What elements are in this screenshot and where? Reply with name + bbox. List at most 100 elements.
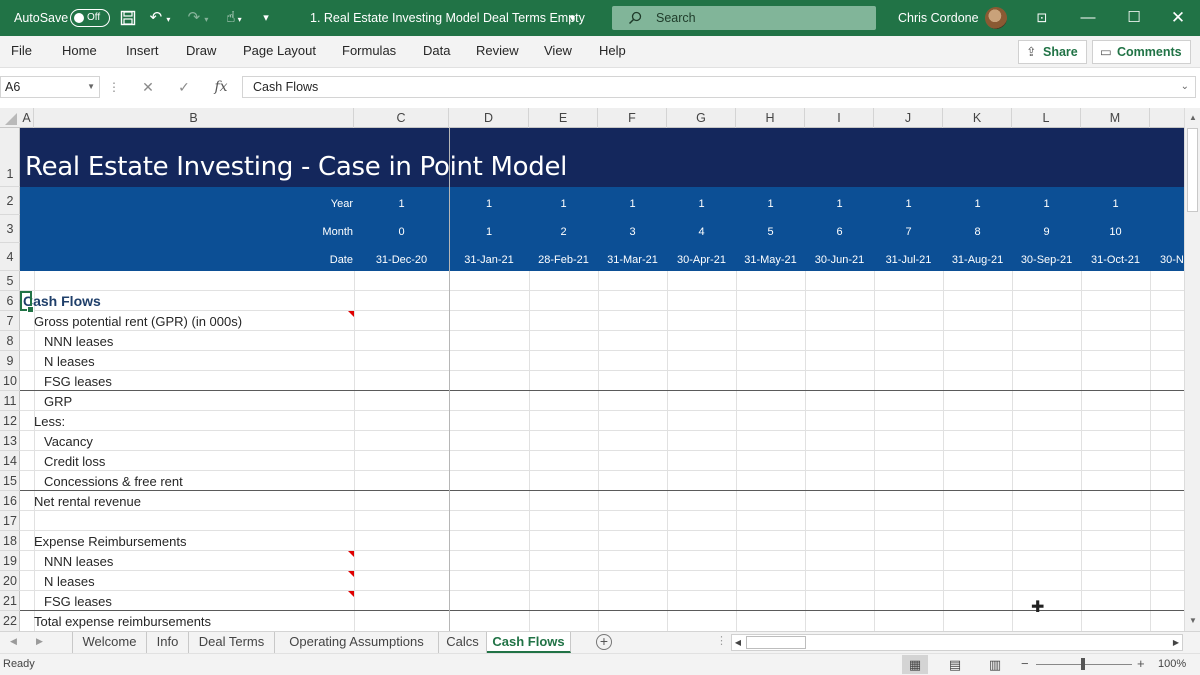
sheet-tab-welcome[interactable]: Welcome bbox=[73, 632, 147, 653]
comment-indicator[interactable] bbox=[348, 591, 354, 597]
line-item[interactable]: GRP bbox=[44, 394, 72, 409]
autosave-toggle[interactable]: Off bbox=[70, 9, 110, 27]
avatar[interactable] bbox=[985, 7, 1007, 29]
column-header-l[interactable]: L bbox=[1012, 108, 1081, 128]
chevron-down-icon[interactable]: ▼ bbox=[87, 77, 95, 97]
column-header-k[interactable]: K bbox=[943, 108, 1012, 128]
line-item[interactable]: Credit loss bbox=[44, 454, 105, 469]
page-break-preview-icon[interactable]: ▥ bbox=[982, 655, 1008, 674]
tab-view[interactable]: View bbox=[544, 36, 572, 68]
row-header-8[interactable]: 8 bbox=[0, 331, 20, 351]
tab-insert[interactable]: Insert bbox=[126, 36, 159, 68]
row-header-12[interactable]: 12 bbox=[0, 411, 20, 431]
name-box[interactable]: A6 ▼ bbox=[0, 76, 100, 98]
column-header-f[interactable]: F bbox=[598, 108, 667, 128]
row-header-1[interactable]: 1 bbox=[0, 128, 20, 187]
user-name[interactable]: Chris Cordone bbox=[898, 0, 979, 36]
row-header-20[interactable]: 20 bbox=[0, 571, 20, 591]
section-title[interactable]: Cash Flows bbox=[23, 293, 101, 309]
row-header-11[interactable]: 11 bbox=[0, 391, 20, 411]
tab-help[interactable]: Help bbox=[599, 36, 626, 68]
row-header-19[interactable]: 19 bbox=[0, 551, 20, 571]
line-item[interactable]: Expense Reimbursements bbox=[34, 534, 186, 549]
comments-button[interactable]: ▭ Comments bbox=[1092, 40, 1191, 64]
line-item[interactable]: FSG leases bbox=[44, 594, 112, 609]
row-header-14[interactable]: 14 bbox=[0, 451, 20, 471]
scroll-thumb[interactable] bbox=[746, 636, 806, 649]
chevron-down-icon[interactable]: ▼ bbox=[568, 0, 577, 36]
row-header-2[interactable]: 2 bbox=[0, 187, 20, 215]
comment-indicator[interactable] bbox=[348, 571, 354, 577]
row-header-4[interactable]: 4 bbox=[0, 243, 20, 271]
worksheet-grid[interactable]: Real Estate Investing - Case in Point Mo… bbox=[20, 128, 1184, 631]
column-header-d[interactable]: D bbox=[449, 108, 529, 128]
tab-review[interactable]: Review bbox=[476, 36, 519, 68]
line-item[interactable]: Less: bbox=[34, 414, 65, 429]
row-header-22[interactable]: 22 bbox=[0, 611, 20, 631]
undo-icon[interactable]: ↶ ▾ bbox=[146, 0, 174, 36]
column-header-j[interactable]: J bbox=[874, 108, 943, 128]
minimize-icon[interactable]: — bbox=[1076, 0, 1100, 36]
line-item[interactable]: NNN leases bbox=[44, 554, 113, 569]
document-title[interactable]: 1. Real Estate Investing Model Deal Term… bbox=[310, 0, 585, 36]
tab-page-layout[interactable]: Page Layout bbox=[243, 36, 316, 68]
line-item[interactable]: FSG leases bbox=[44, 374, 112, 389]
column-header-m[interactable]: M bbox=[1081, 108, 1150, 128]
select-all-button[interactable] bbox=[0, 108, 20, 128]
row-header-21[interactable]: 21 bbox=[0, 591, 20, 611]
next-sheet-icon[interactable]: ▶ bbox=[36, 632, 43, 653]
sheet-tab-operating-assumptions[interactable]: Operating Assumptions bbox=[275, 632, 439, 653]
row-header-16[interactable]: 16 bbox=[0, 491, 20, 511]
column-header-g[interactable]: G bbox=[667, 108, 736, 128]
row-header-7[interactable]: 7 bbox=[0, 311, 20, 331]
search-box[interactable]: Search bbox=[612, 6, 876, 30]
comment-indicator[interactable] bbox=[348, 551, 354, 557]
row-header-18[interactable]: 18 bbox=[0, 531, 20, 551]
row-header-10[interactable]: 10 bbox=[0, 371, 20, 391]
line-item[interactable]: N leases bbox=[44, 354, 95, 369]
share-button[interactable]: ⇪ Share bbox=[1018, 40, 1087, 64]
zoom-level[interactable]: 100% bbox=[1158, 654, 1186, 674]
customize-toolbar-icon[interactable]: ▾ bbox=[256, 0, 276, 36]
tab-file[interactable]: File bbox=[11, 36, 32, 68]
insert-function-icon[interactable]: fx bbox=[210, 76, 232, 98]
row-header-6[interactable]: 6 bbox=[0, 291, 20, 311]
horizontal-scrollbar[interactable]: ◀ ▶ bbox=[731, 634, 1183, 651]
tab-split-handle[interactable]: ⋮ bbox=[716, 632, 727, 653]
normal-view-icon[interactable]: ▦ bbox=[902, 655, 928, 674]
redo-icon[interactable]: ↷ ▾ bbox=[184, 0, 212, 36]
scroll-down-icon[interactable]: ▼ bbox=[1185, 613, 1200, 629]
ribbon-display-options-icon[interactable]: ⊡ bbox=[1030, 0, 1054, 36]
column-header-h[interactable]: H bbox=[736, 108, 805, 128]
touch-mode-icon[interactable]: ☝ ▾ bbox=[218, 0, 250, 36]
scroll-up-icon[interactable]: ▲ bbox=[1185, 110, 1200, 126]
close-icon[interactable]: ✕ bbox=[1166, 0, 1190, 36]
sheet-tab-calcs[interactable]: Calcs bbox=[439, 632, 487, 653]
scroll-left-icon[interactable]: ◀ bbox=[732, 635, 744, 650]
expand-formula-icon[interactable]: ⌄ bbox=[1181, 77, 1189, 97]
row-header-15[interactable]: 15 bbox=[0, 471, 20, 491]
page-layout-view-icon[interactable]: ▤ bbox=[942, 655, 968, 674]
column-header-b[interactable]: B bbox=[34, 108, 354, 128]
line-item[interactable]: NNN leases bbox=[44, 334, 113, 349]
comment-indicator[interactable] bbox=[348, 311, 354, 317]
sheet-tab-deal-terms[interactable]: Deal Terms bbox=[189, 632, 275, 653]
maximize-icon[interactable]: ☐ bbox=[1122, 0, 1146, 36]
tab-home[interactable]: Home bbox=[62, 36, 97, 68]
formula-input[interactable]: Cash Flows ⌄ bbox=[242, 76, 1196, 98]
tab-formulas[interactable]: Formulas bbox=[342, 36, 396, 68]
save-icon[interactable] bbox=[118, 0, 138, 36]
row-header-5[interactable]: 5 bbox=[0, 271, 20, 291]
zoom-in-icon[interactable]: + bbox=[1137, 654, 1145, 674]
add-sheet-icon[interactable]: + bbox=[596, 634, 612, 650]
row-header-17[interactable]: 17 bbox=[0, 511, 20, 531]
prev-sheet-icon[interactable]: ◀ bbox=[10, 632, 17, 653]
column-header-e[interactable]: E bbox=[529, 108, 598, 128]
cancel-icon[interactable]: ✕ bbox=[138, 76, 158, 98]
line-item[interactable]: Total expense reimbursements bbox=[34, 614, 211, 629]
column-header-c[interactable]: C bbox=[354, 108, 449, 128]
line-item[interactable]: Net rental revenue bbox=[34, 494, 141, 509]
vertical-scrollbar[interactable]: ▲ ▼ bbox=[1184, 108, 1200, 631]
scroll-thumb[interactable] bbox=[1187, 128, 1198, 212]
tab-draw[interactable]: Draw bbox=[186, 36, 216, 68]
